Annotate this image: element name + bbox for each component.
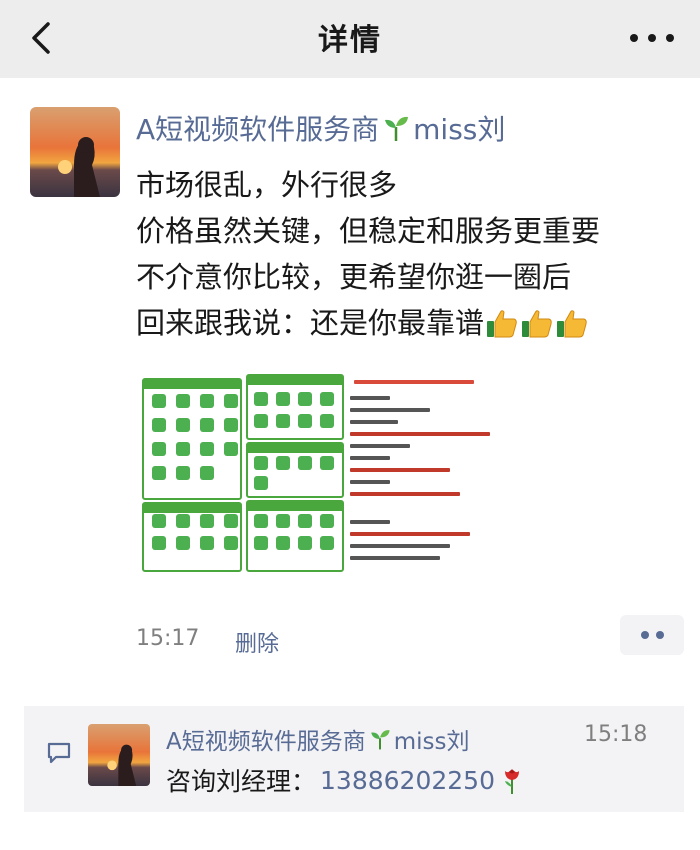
post-text: 市场很乱，外行很多 价格虽然关键，但稳定和服务更重要 不介意你比较，更希望你逛一… bbox=[136, 162, 686, 346]
image-panel bbox=[246, 374, 344, 440]
thumbs-up-icon bbox=[522, 310, 552, 338]
post-line: 市场很乱，外行很多 bbox=[136, 168, 398, 202]
more-options-button[interactable] bbox=[630, 20, 674, 56]
post-image[interactable] bbox=[140, 374, 650, 574]
rose-icon bbox=[504, 769, 519, 794]
comment-text[interactable]: 咨询刘经理： 13886202250 bbox=[166, 762, 525, 798]
delete-link[interactable]: 删除 bbox=[235, 626, 279, 658]
phone-link[interactable]: 13886202250 bbox=[320, 766, 495, 795]
avatar-image bbox=[88, 724, 150, 786]
comment-author-name[interactable]: A短视频软件服务商 miss刘 bbox=[166, 722, 470, 756]
post-line: 不介意你比较，更希望你逛一圈后 bbox=[136, 260, 572, 294]
comment-like-button[interactable] bbox=[620, 615, 684, 655]
post-author-name[interactable]: A短视频软件服务商 miss刘 bbox=[136, 108, 505, 148]
comment-avatar[interactable] bbox=[88, 724, 150, 786]
nav-bar: 详情 bbox=[0, 0, 700, 78]
comment-timestamp: 15:18 bbox=[584, 722, 648, 747]
comment-section: A短视频软件服务商 miss刘 15:18 咨询刘经理： 13886202250 bbox=[24, 706, 684, 812]
avatar-image bbox=[30, 107, 120, 197]
avatar[interactable] bbox=[30, 107, 120, 197]
thumbs-up-icon bbox=[487, 310, 517, 338]
more-horizontal-icon bbox=[630, 34, 638, 42]
post-timestamp: 15:17 bbox=[136, 626, 200, 651]
more-dots-icon bbox=[640, 631, 649, 639]
sprout-icon bbox=[370, 730, 390, 750]
page-title: 详情 bbox=[318, 23, 382, 58]
post-line: 价格虽然关键，但稳定和服务更重要 bbox=[136, 214, 601, 248]
thumbs-up-icon bbox=[557, 310, 587, 338]
sprout-icon bbox=[385, 116, 409, 141]
post-line-last: 回来跟我说：还是你最靠谱 bbox=[136, 300, 686, 346]
comment-icon bbox=[47, 742, 71, 764]
